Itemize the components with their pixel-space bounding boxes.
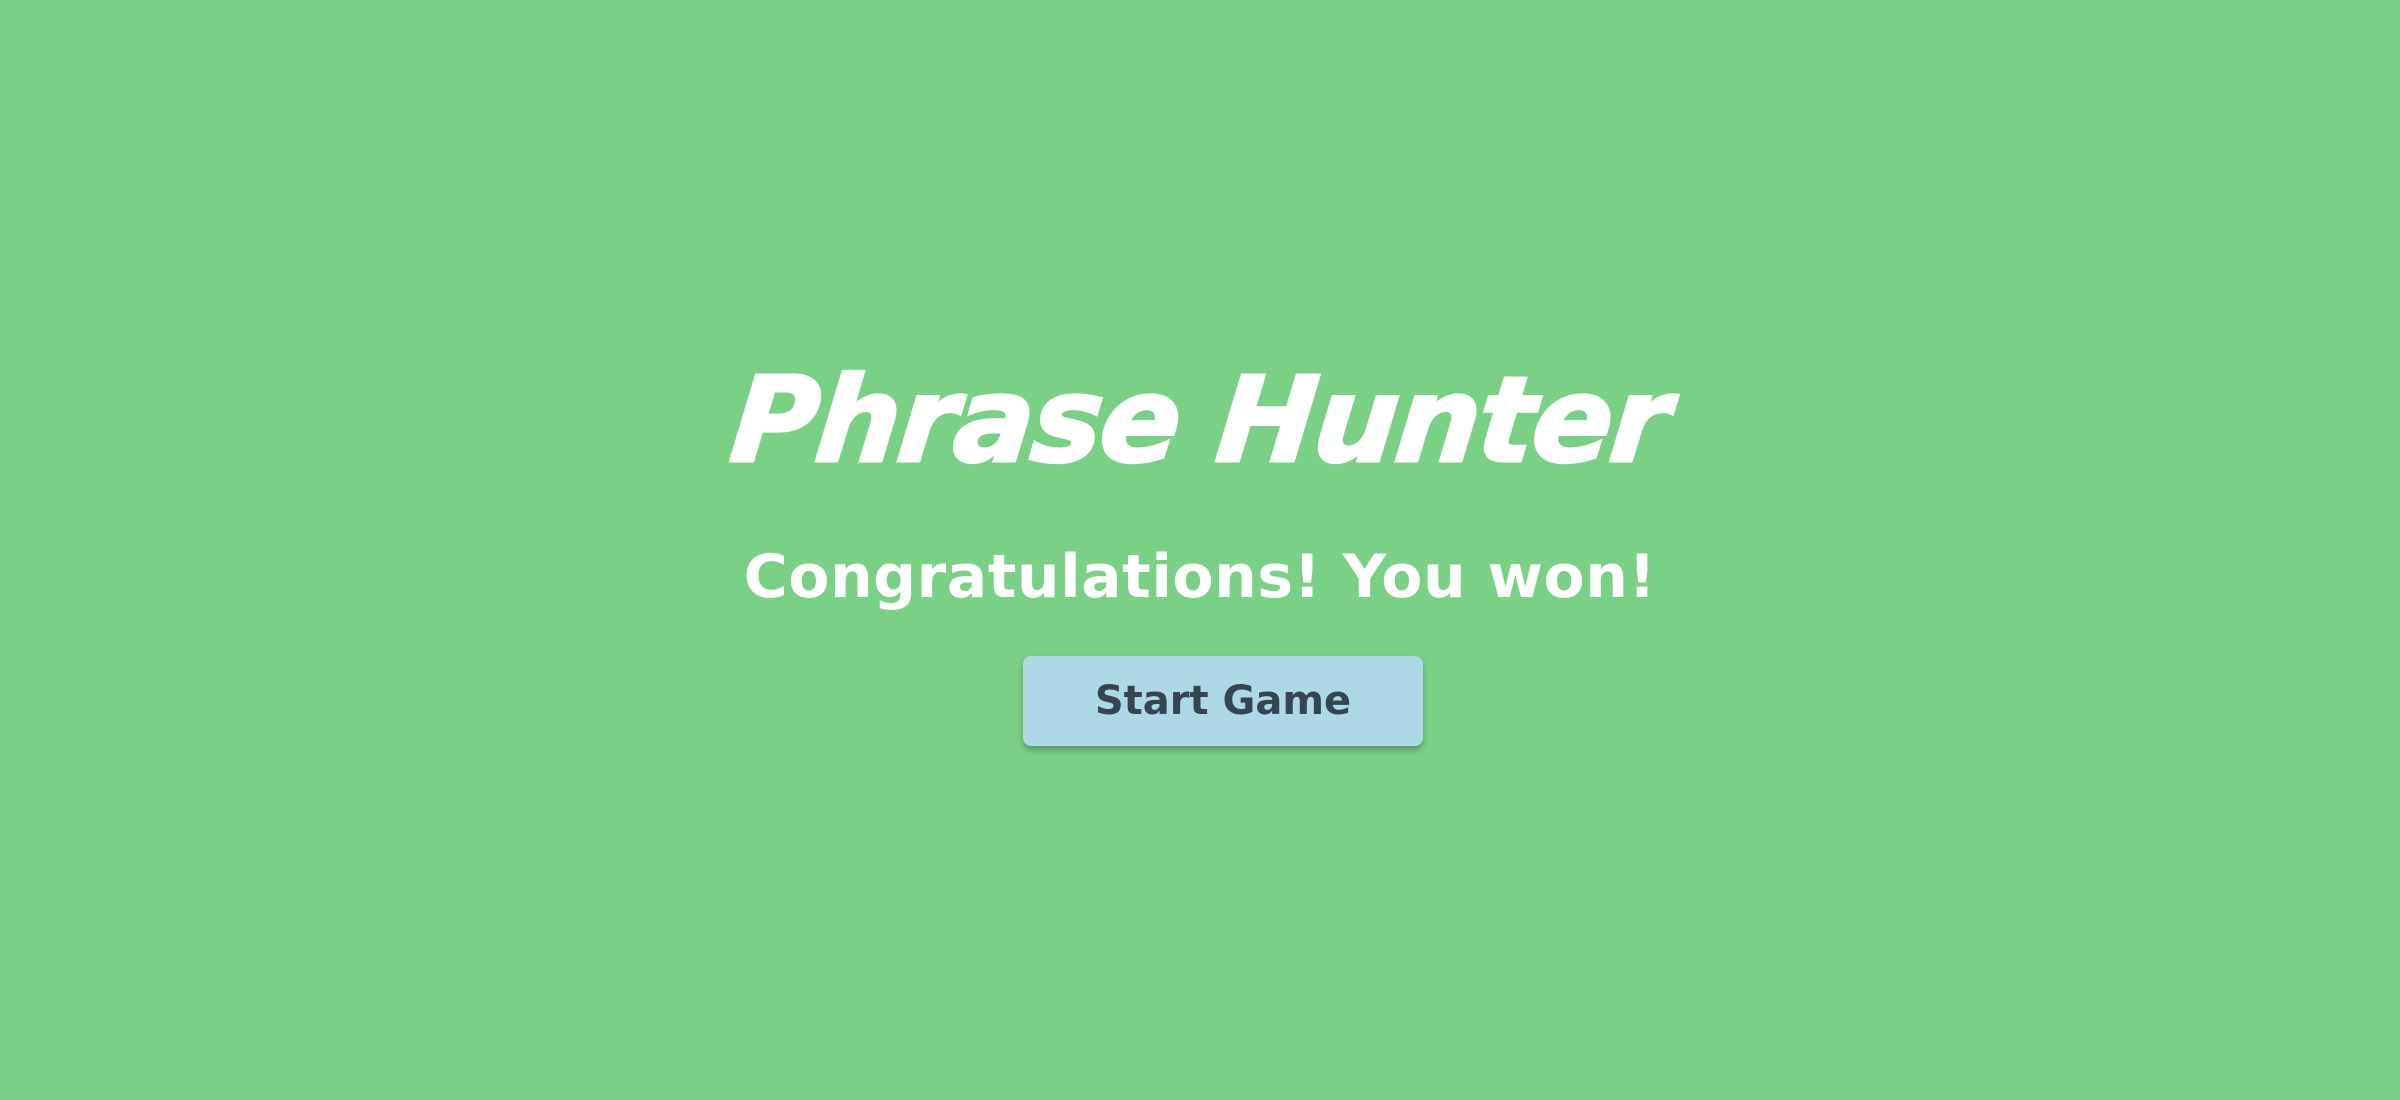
start-game-button[interactable]: Start Game [1023,656,1423,746]
result-message: Congratulations! You won! [743,542,1657,612]
game-overlay: Phrase Hunter Congratulations! You won! … [0,0,2400,1100]
game-title: Phrase Hunter [724,350,1677,491]
